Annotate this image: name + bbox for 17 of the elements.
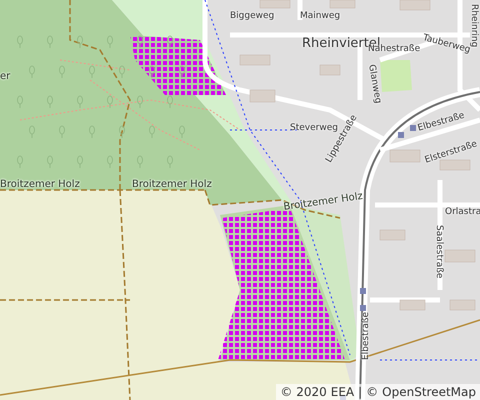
area-label: er [0, 72, 10, 82]
attribution-link[interactable]: EEA [330, 384, 354, 400]
street-label: Biggeweg [230, 12, 274, 21]
copyright-sign: © [366, 384, 378, 400]
street-label: Elbestraße [362, 312, 371, 360]
area-label: Broitzemer Holz [132, 180, 212, 190]
street-label: Glanweg [366, 64, 382, 104]
street-label: Rheinring [469, 4, 478, 48]
street-label: Mainweg [300, 12, 340, 21]
area-label: Broitzemer Holz [283, 192, 364, 213]
separator-text: | [358, 384, 362, 400]
street-label: Orlastra [445, 208, 480, 217]
copyright-text: © 2020 [280, 384, 327, 400]
attribution-link[interactable]: OpenStreetMap [382, 384, 476, 400]
area-label: Broitzemer Holz [0, 180, 80, 190]
street-label: Saalestraße [434, 225, 443, 278]
street-label: Nahestraße [368, 45, 420, 54]
